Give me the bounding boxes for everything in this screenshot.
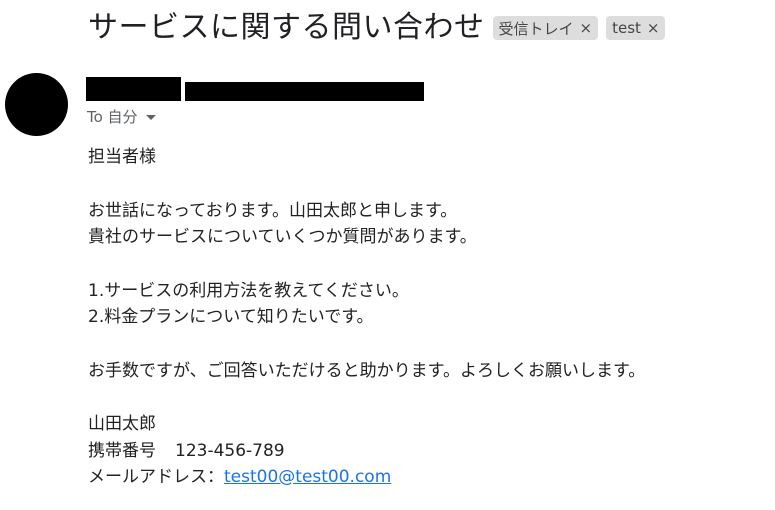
body-line: 2.料金プランについて知りたいです。 [88, 307, 374, 327]
closing-line: お手数ですが、ご回答いただけると助かります。よろしくお願いします。 [88, 360, 646, 381]
recipient-details-toggle[interactable]: To 自分 [87, 106, 156, 127]
email-body: 担当者様 お世話になっております。山田太郎と申します。 貴社のサービスについてい… [88, 144, 768, 491]
email-subject: サービスに関する問い合わせ [88, 10, 485, 45]
label-chip-inbox[interactable]: 受信トレイ × [492, 16, 599, 40]
avatar[interactable] [5, 73, 68, 136]
signature-name: 山田太郎 [88, 414, 156, 434]
email-label: メールアドレス： [88, 467, 224, 487]
email-link[interactable]: test00@test00.com [224, 467, 391, 487]
sender-email-redacted [185, 82, 424, 101]
label-chip-text: test [612, 19, 641, 37]
phone-label: 携帯番号 [88, 440, 156, 461]
close-icon[interactable]: × [580, 20, 593, 36]
recipient-text: To 自分 [87, 108, 138, 126]
signature-phone: 携帯番号 123-456-789 [88, 438, 768, 465]
phone-number: 123-456-789 [175, 440, 285, 461]
signature-email: メールアドレス：test00@test00.com [88, 464, 768, 491]
label-chip-test[interactable]: test × [606, 16, 666, 40]
chevron-down-icon[interactable] [145, 115, 156, 120]
body-line: 貴社のサービスについていくつか質問があります。 [88, 227, 477, 247]
body-line: お世話になっております。山田太郎と申します。 [88, 200, 458, 221]
greeting: 担当者様 [88, 147, 156, 167]
label-chip-text: 受信トレイ [498, 19, 574, 38]
body-line: 1.サービスの利用方法を教えてください。 [88, 280, 409, 301]
sender-name-redacted [86, 77, 181, 101]
subject-row: サービスに関する問い合わせ 受信トレイ × test × [88, 8, 666, 48]
email-view: サービスに関する問い合わせ 受信トレイ × test × To 自分 担当者様 … [0, 0, 775, 510]
close-icon[interactable]: × [647, 20, 660, 36]
